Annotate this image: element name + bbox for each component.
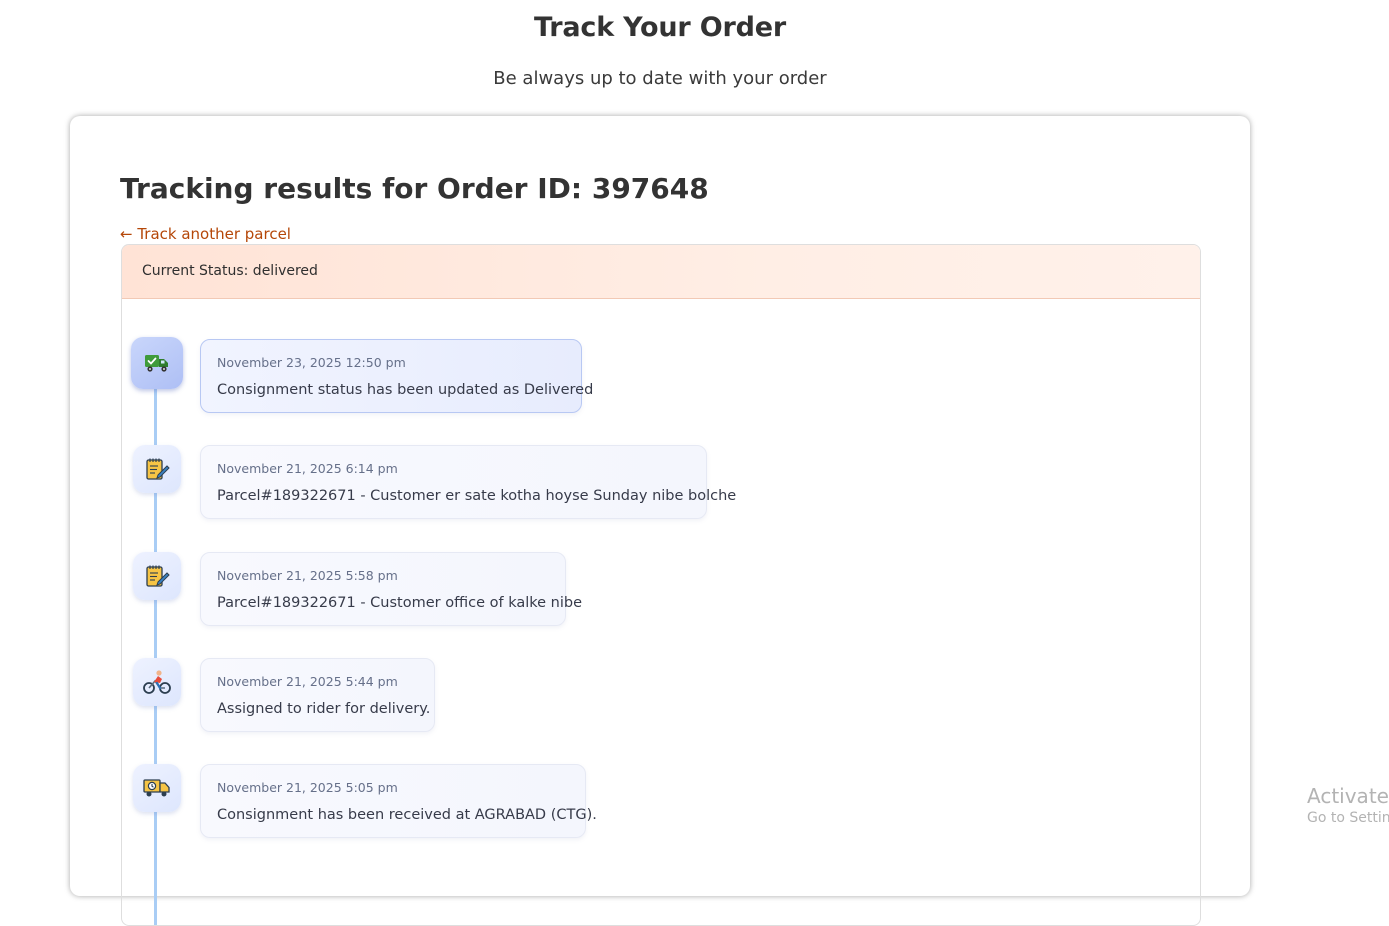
page-subtitle: Be always up to date with your order	[493, 68, 827, 89]
watermark-title: Activate W	[1307, 784, 1389, 808]
event-message: Consignment status has been updated as D…	[217, 382, 594, 398]
event-date: November 21, 2025 5:58 pm	[217, 568, 398, 583]
event-date: November 21, 2025 5:05 pm	[217, 780, 398, 795]
page-title: Track Your Order	[534, 12, 786, 43]
event-card: November 21, 2025 5:05 pm Consignment ha…	[200, 764, 597, 838]
received-truck-icon	[133, 764, 181, 812]
event-date: November 21, 2025 6:14 pm	[217, 461, 398, 476]
current-status-text: Current Status: delivered	[142, 263, 318, 279]
status-panel: Current Status: delivered November 23, 2…	[121, 244, 1201, 926]
event-card: November 23, 2025 12:50 pm Consignment s…	[200, 339, 593, 413]
delivered-truck-icon	[131, 337, 183, 389]
track-another-parcel-link[interactable]: ← Track another parcel	[120, 225, 291, 243]
notepad-icon	[133, 552, 181, 600]
windows-activation-watermark: Activate W Go to Setting	[1307, 784, 1389, 826]
event-message: Assigned to rider for delivery.	[217, 701, 431, 717]
event-message: Consignment has been received at AGRABAD…	[217, 807, 597, 823]
event-card: November 21, 2025 5:44 pm Assigned to ri…	[200, 658, 435, 732]
current-status-bar: Current Status: delivered	[122, 245, 1200, 299]
event-card: November 21, 2025 5:58 pm Parcel#1893226…	[200, 552, 582, 626]
cyclist-icon	[133, 658, 181, 706]
event-card: November 21, 2025 6:14 pm Parcel#1893226…	[200, 445, 736, 519]
event-message: Parcel#189322671 - Customer er sate koth…	[217, 488, 737, 504]
event-date: November 21, 2025 5:44 pm	[217, 674, 398, 689]
tracking-card: Tracking results for Order ID: 397648 ← …	[70, 116, 1250, 926]
watermark-subtitle: Go to Setting	[1307, 810, 1389, 826]
event-date: November 23, 2025 12:50 pm	[217, 355, 406, 370]
notepad-icon	[133, 445, 181, 493]
results-title: Tracking results for Order ID: 397648	[120, 172, 709, 205]
event-message: Parcel#189322671 - Customer office of ka…	[217, 595, 582, 611]
